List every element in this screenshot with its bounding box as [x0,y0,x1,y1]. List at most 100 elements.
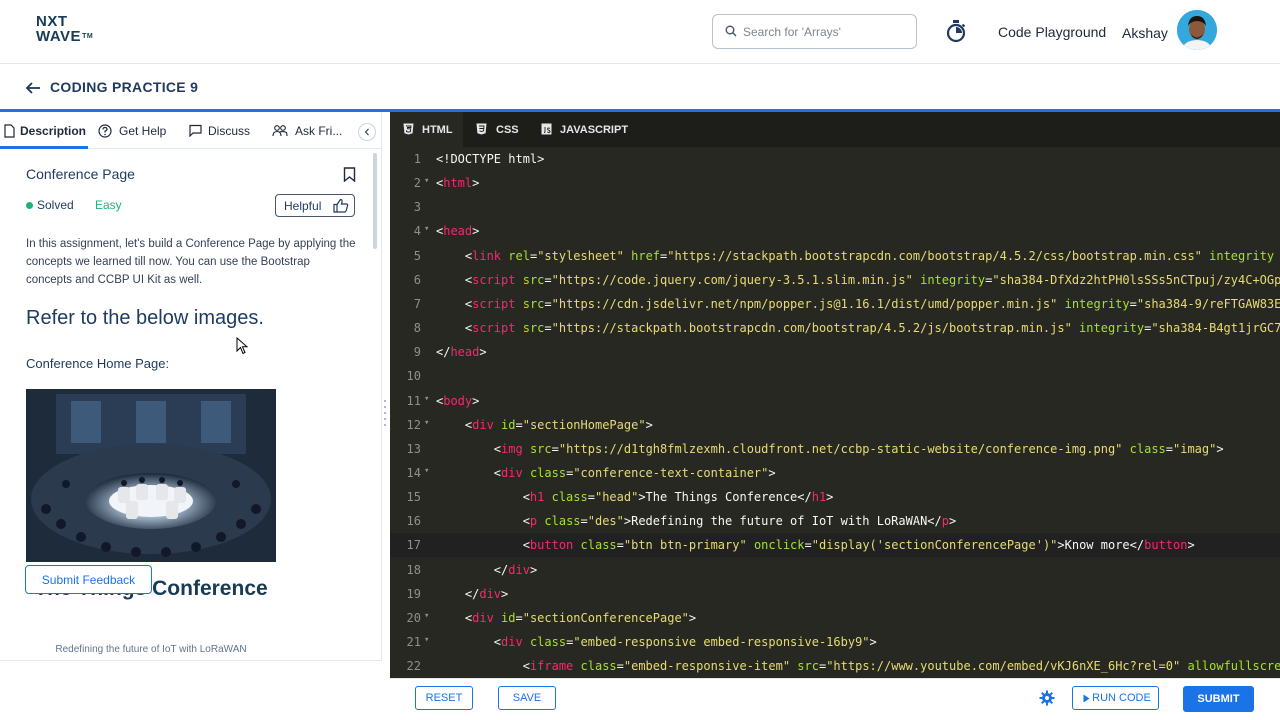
tab-get-help[interactable]: Get Help [98,124,170,140]
gear-icon[interactable] [1039,690,1055,706]
code-text: </div> [436,586,509,601]
line-number: 14 [406,465,421,480]
refer-heading: Refer to the below images. [26,307,264,329]
line-number: 18 [406,562,421,577]
tab-description[interactable]: Description [4,124,88,140]
code-line[interactable]: 15 <h1 class="head">The Things Conferenc… [390,485,1280,509]
run-code-label: RUN CODE [1092,692,1151,704]
collapse-panel-button[interactable] [358,123,376,141]
save-button[interactable]: SAVE [498,686,556,710]
back-arrow-icon[interactable] [25,81,41,95]
fold-toggle-icon[interactable]: ▾ [424,394,429,404]
run-code-button[interactable]: RUN CODE [1072,686,1159,710]
code-line[interactable]: 12 ▾ <div id="sectionHomePage"> [390,413,1280,437]
avatar[interactable] [1177,10,1217,50]
code-text: <script src="https://cdn.jsdelivr.net/np… [436,296,1280,311]
code-line[interactable]: 10 [390,364,1280,388]
search-box[interactable] [712,14,917,49]
code-line[interactable]: 11 ▾ <body> [390,389,1280,413]
code-text: <div class="embed-responsive embed-respo… [436,635,877,649]
tab-html[interactable]: HTML [390,112,463,147]
fold-toggle-icon[interactable]: ▾ [424,418,429,428]
line-number: 19 [406,586,421,601]
code-line[interactable]: 7 <script src="https://cdn.jsdelivr.net/… [390,292,1280,316]
code-text: <script src="https://code.jquery.com/jqu… [436,272,1280,287]
code-line[interactable]: 22 <iframe class="embed-responsive-item"… [390,654,1280,678]
code-line[interactable]: 13 <img src="https://d1tgh8fmlzexmh.clou… [390,437,1280,461]
logo-line1: NXT [36,13,68,30]
tab-html-label: HTML [422,124,453,136]
play-icon [1083,694,1090,703]
stopwatch-icon[interactable] [945,19,967,43]
code-playground-link[interactable]: Code Playground [998,24,1106,40]
code-line[interactable]: 21 ▾ <div class="embed-responsive embed-r… [390,630,1280,654]
problem-panel: Description Get Help Discuss Ask Fri... … [0,112,382,720]
fold-toggle-icon[interactable]: ▾ [424,466,429,476]
code-line[interactable]: 14 ▾ <div class="conference-text-containe… [390,461,1280,485]
thumbs-up-icon [333,198,349,213]
preview-description: Redefining the future of IoT with LoRaWA… [55,644,247,655]
difficulty-badge: Easy [95,198,122,212]
code-line[interactable]: 20 ▾ <div id="sectionConferencePage"> [390,606,1280,630]
line-number: 5 [413,248,421,263]
tab-css[interactable]: CSS [463,112,528,147]
submit-button[interactable]: SUBMIT [1183,686,1254,712]
code-line[interactable]: 19 </div> [390,582,1280,606]
code-line[interactable]: 5 <link rel="stylesheet" href="https://s… [390,244,1280,268]
code-line[interactable]: 8 <script src="https://stackpath.bootstr… [390,316,1280,340]
code-line[interactable]: 3 [390,195,1280,219]
panel-scrollbar[interactable] [373,153,377,249]
tab-javascript[interactable]: JAVASCRIPT [528,112,628,147]
line-number: 20 [406,610,421,625]
code-text: <div class="conference-text-container"> [436,465,776,480]
tab-description-label: Description [20,124,87,138]
problem-tabs: Description Get Help Discuss Ask Fri... [0,112,382,149]
tab-discuss-label: Discuss [208,124,251,138]
code-text: <!DOCTYPE html> [436,152,545,166]
nxtwave-logo[interactable]: NXT WAVETM [36,14,106,48]
code-line[interactable]: 4 ▾ <head> [390,219,1280,243]
left-footer [0,660,382,720]
line-number: 22 [406,659,421,674]
code-text: <body> [436,393,480,408]
page-title: CODING PRACTICE 9 [50,79,199,95]
submit-feedback-button[interactable]: Submit Feedback [25,565,152,594]
code-text: <h1 class="head">The Things Conference</… [436,490,834,505]
conference-photo [26,389,276,562]
code-line[interactable]: 16 <p class="des">Redefining the future … [390,509,1280,533]
fold-toggle-icon[interactable]: ▾ [424,635,429,645]
tab-get-help-label: Get Help [119,124,167,138]
fold-toggle-icon[interactable]: ▾ [424,176,429,186]
code-text: <p class="des">Redefining the future of … [436,514,957,529]
fold-toggle-icon[interactable]: ▾ [424,611,429,621]
breadcrumb-bar: CODING PRACTICE 9 [0,64,1280,110]
tab-javascript-label: JAVASCRIPT [560,124,629,136]
line-number: 2 [413,176,421,191]
code-line[interactable]: 9 </head> [390,340,1280,364]
username[interactable]: Akshay [1122,25,1168,41]
line-number: 13 [406,441,421,456]
bookmark-icon[interactable] [343,167,356,182]
code-text: <html> [436,176,480,191]
code-line[interactable]: 17 <button class="btn btn-primary" oncli… [390,533,1280,558]
reset-button[interactable]: RESET [415,686,473,710]
line-number: 1 [413,152,421,166]
code-line[interactable]: 6 <script src="https://code.jquery.com/j… [390,268,1280,292]
code-text: <img src="https://d1tgh8fmlzexmh.cloudfr… [436,441,1224,456]
code-line[interactable]: 18 </div> [390,558,1280,582]
tab-ask-friends[interactable]: Ask Fri... [272,124,346,140]
helpful-button[interactable]: Helpful [275,194,355,217]
status-badge: Solved [37,198,74,212]
line-number: 7 [413,296,421,311]
code-editor[interactable]: HTML CSS JAVASCRIPT 1 <!DOCTYPE html> 2 ▾ <h… [390,112,1280,678]
code-area[interactable]: 1 <!DOCTYPE html> 2 ▾ <html> 3 4 ▾ <head> 5 <link… [390,147,1280,678]
line-number: 12 [406,417,421,432]
line-number: 6 [413,272,421,287]
resize-handle[interactable] [383,398,387,430]
html5-icon [403,123,414,135]
fold-toggle-icon[interactable]: ▾ [424,224,429,234]
search-input[interactable] [743,23,911,41]
code-line[interactable]: 1 <!DOCTYPE html> [390,147,1280,171]
code-line[interactable]: 2 ▾ <html> [390,171,1280,195]
tab-discuss[interactable]: Discuss [189,124,253,140]
